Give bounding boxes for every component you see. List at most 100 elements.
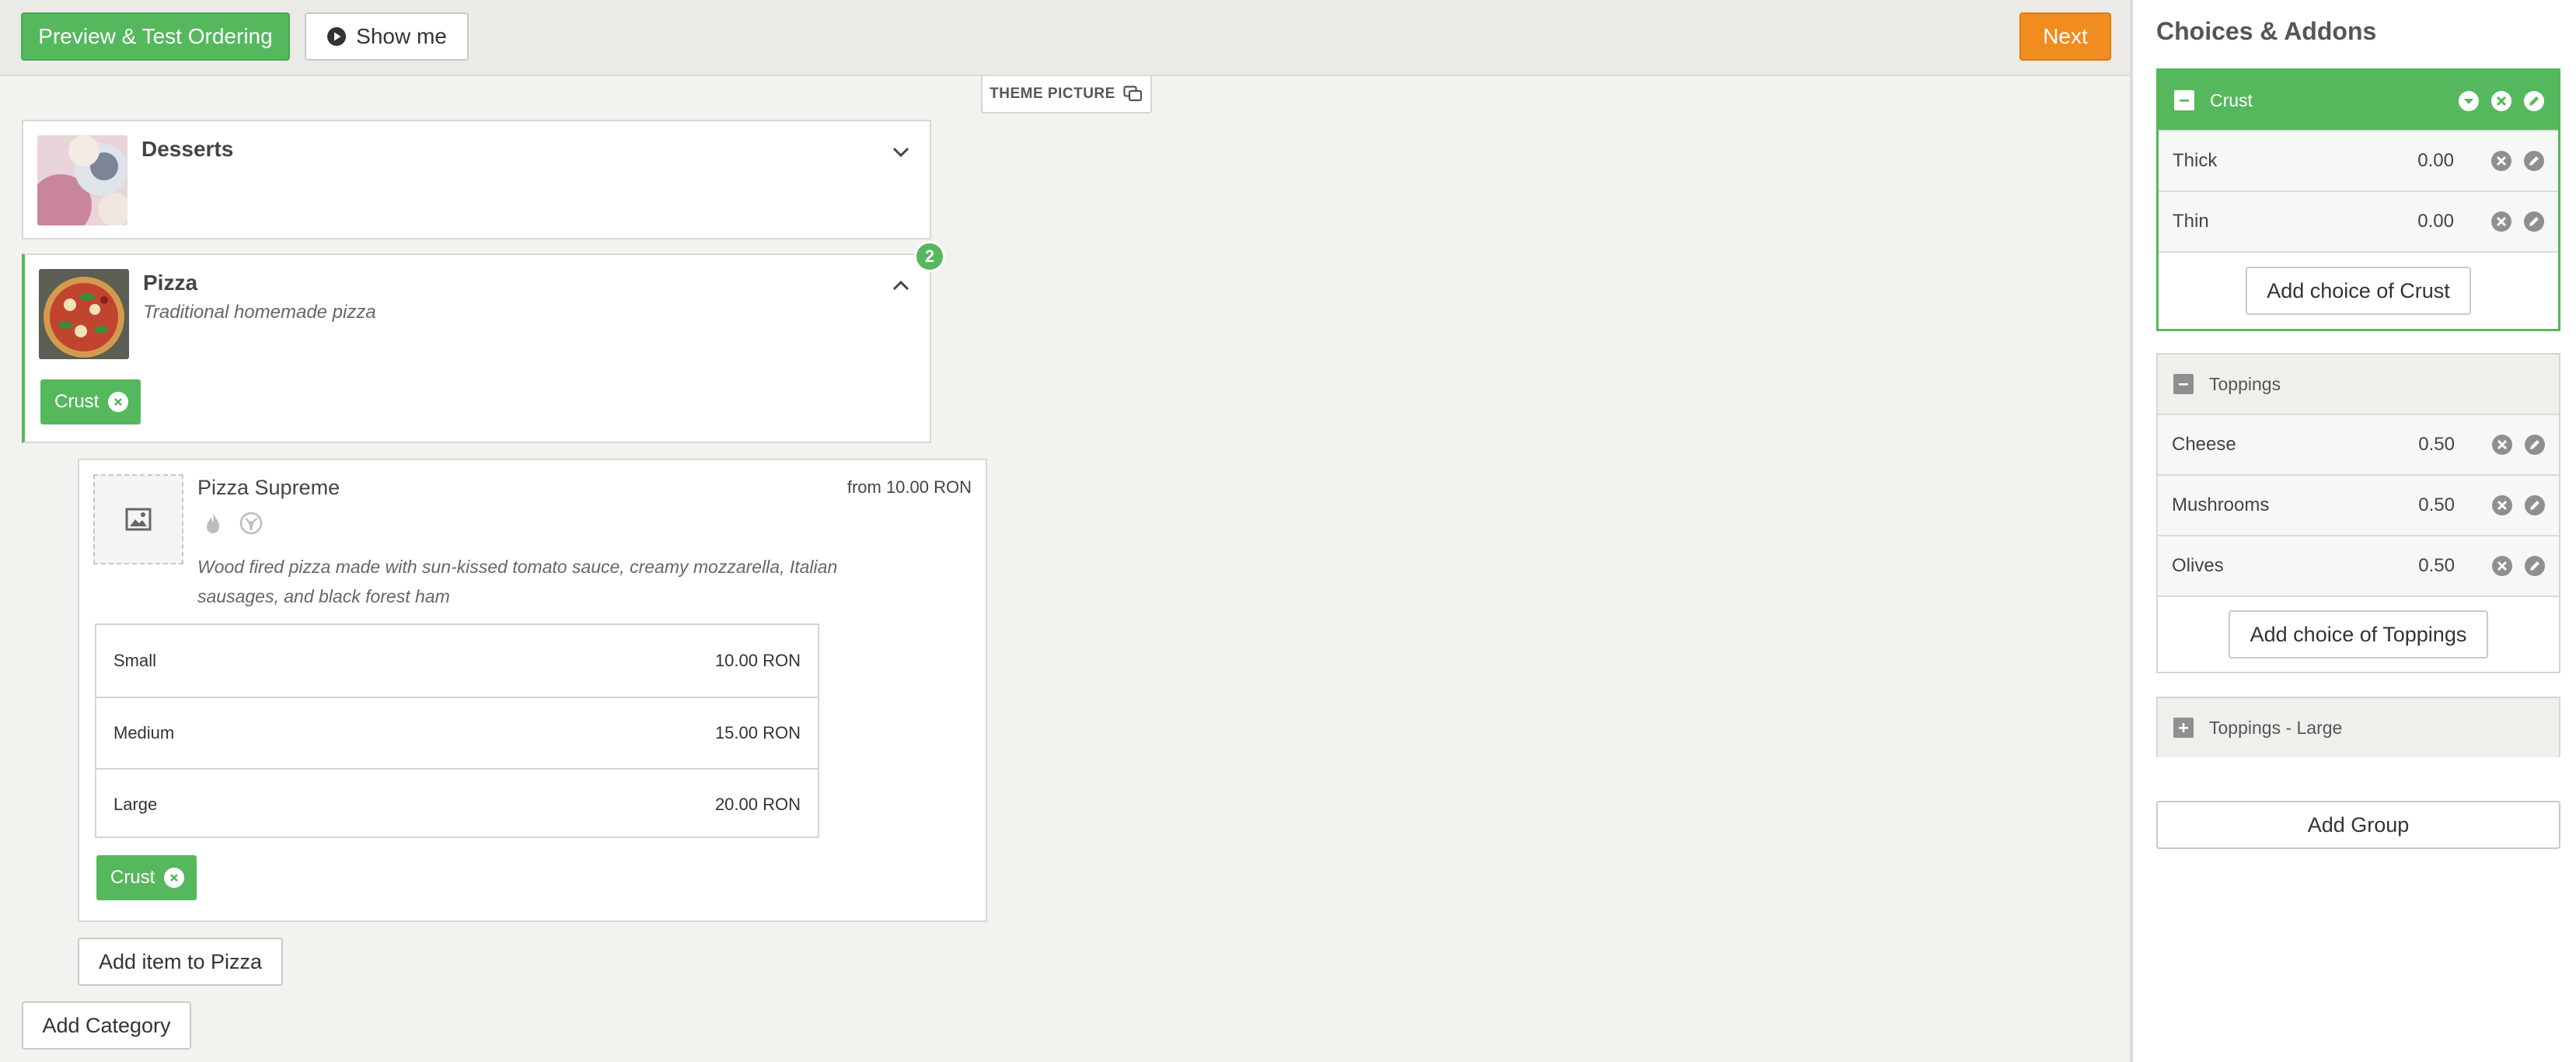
addon-group-toppings-large[interactable]: Toppings - Large <box>2156 697 2560 757</box>
add-group-label: Add Group <box>2307 812 2410 837</box>
menu-item-card[interactable]: Pizza Supreme from 10.00 RON Wood fired … <box>78 459 987 922</box>
group-header[interactable]: Toppings - Large <box>2158 698 2559 757</box>
group-name: Toppings - Large <box>2209 717 2343 738</box>
size-name: Medium <box>113 723 175 742</box>
size-name: Large <box>113 795 158 814</box>
chevron-up-icon[interactable] <box>888 272 914 299</box>
add-choice-label: Add choice of Crust <box>2267 278 2450 302</box>
choice-row[interactable]: Mushrooms 0.50 <box>2158 474 2559 535</box>
add-item-label: Add item to Pizza <box>98 949 263 973</box>
remove-tag-icon[interactable] <box>164 868 185 888</box>
next-button[interactable]: Next <box>2019 12 2111 61</box>
move-down-icon[interactable] <box>2457 89 2480 113</box>
category-tag-crust[interactable]: Crust <box>40 379 141 424</box>
add-choice-toppings-button[interactable]: Add choice of Toppings <box>2229 610 2488 659</box>
category-title: Desserts <box>141 137 234 161</box>
add-choice-crust-button[interactable]: Add choice of Crust <box>2246 267 2471 315</box>
edit-group-icon[interactable] <box>2522 89 2546 113</box>
group-header[interactable]: Toppings <box>2158 355 2559 414</box>
edit-choice-icon[interactable] <box>2522 149 2546 173</box>
pizza-thumbnail <box>39 269 129 359</box>
size-name: Small <box>113 651 157 670</box>
category-desserts[interactable]: Desserts <box>22 120 931 239</box>
chevron-down-icon[interactable] <box>888 138 914 165</box>
choices-addons-panel: Choices & Addons Crust Thick 0.00 Thin 0… <box>2130 0 2576 1062</box>
add-group-button[interactable]: Add Group <box>2156 801 2560 849</box>
theme-picture-button[interactable]: THEME PICTURE <box>981 76 1152 114</box>
edit-choice-icon[interactable] <box>2523 554 2546 578</box>
spicy-icon[interactable] <box>204 512 222 535</box>
size-row[interactable]: Large 20.00 RON <box>96 768 818 840</box>
choice-price: 0.50 <box>2418 555 2455 576</box>
group-name: Toppings <box>2209 373 2281 394</box>
edit-choice-icon[interactable] <box>2523 433 2546 456</box>
delete-choice-icon[interactable] <box>2490 494 2514 517</box>
preview-test-ordering-button[interactable]: Preview & Test Ordering <box>21 12 290 61</box>
size-price: 15.00 RON <box>714 723 801 742</box>
choice-row[interactable]: Cheese 0.50 <box>2158 414 2559 474</box>
add-category-button[interactable]: Add Category <box>22 1001 191 1050</box>
choice-row[interactable]: Thick 0.00 <box>2159 130 2558 190</box>
show-me-label: Show me <box>356 24 447 48</box>
addon-group-crust[interactable]: Crust Thick 0.00 Thin 0.00 Add choice of… <box>2156 68 2560 331</box>
item-price-from: from 10.00 RON <box>846 477 972 497</box>
choice-name: Cheese <box>2172 434 2236 455</box>
tag-label: Crust <box>110 867 155 888</box>
add-choice-area: Add choice of Toppings <box>2158 596 2559 672</box>
size-price: 10.00 RON <box>714 651 801 670</box>
vegetarian-icon[interactable] <box>239 512 263 535</box>
show-me-button[interactable]: Show me <box>305 12 469 61</box>
item-sizes-table: Small 10.00 RON Medium 15.00 RON Large 2… <box>95 624 819 838</box>
toolbar: Preview & Test Ordering Show me Next <box>0 0 2130 76</box>
choice-price: 0.50 <box>2418 434 2455 455</box>
group-header[interactable]: Crust <box>2159 71 2558 130</box>
choice-name: Thick <box>2173 150 2218 171</box>
choice-price: 0.00 <box>2417 211 2454 232</box>
remove-tag-icon[interactable] <box>108 392 129 412</box>
item-description: Wood fired pizza made with sun-kissed to… <box>197 557 838 606</box>
play-icon <box>326 26 347 47</box>
category-pizza[interactable]: Pizza Traditional homemade pizza 2 Crust <box>22 241 945 443</box>
choice-price: 0.50 <box>2418 494 2455 515</box>
choice-row[interactable]: Olives 0.50 <box>2158 535 2559 596</box>
next-label: Next <box>2043 24 2088 48</box>
delete-choice-icon[interactable] <box>2490 433 2514 456</box>
delete-group-icon[interactable] <box>2490 89 2513 113</box>
group-name: Crust <box>2210 89 2253 110</box>
desserts-thumbnail <box>37 135 127 225</box>
item-image-placeholder[interactable] <box>93 474 183 564</box>
add-choice-label: Add choice of Toppings <box>2250 622 2467 646</box>
theme-picture-label: THEME PICTURE <box>990 86 1115 102</box>
choice-row[interactable]: Thin 0.00 <box>2159 190 2558 251</box>
panel-title: Choices & Addons <box>2156 17 2377 45</box>
expand-icon[interactable] <box>2173 718 2194 738</box>
image-icon <box>125 508 152 531</box>
choice-name: Olives <box>2172 555 2224 576</box>
choice-name: Thin <box>2173 211 2209 232</box>
size-row[interactable]: Medium 15.00 RON <box>96 697 818 768</box>
size-price: 20.00 RON <box>714 795 801 814</box>
category-title: Pizza <box>143 271 198 295</box>
add-category-label: Add Category <box>42 1013 171 1037</box>
add-choice-area: Add choice of Crust <box>2159 251 2558 329</box>
choice-price: 0.00 <box>2417 150 2454 171</box>
preview-button-label: Preview & Test Ordering <box>38 24 273 48</box>
collapse-icon[interactable] <box>2174 90 2194 110</box>
delete-choice-icon[interactable] <box>2490 149 2513 173</box>
copy-icon <box>1123 86 1143 103</box>
collapse-icon[interactable] <box>2173 374 2194 394</box>
add-item-button[interactable]: Add item to Pizza <box>78 938 283 986</box>
edit-choice-icon[interactable] <box>2523 494 2546 517</box>
delete-choice-icon[interactable] <box>2490 554 2514 578</box>
menu-editor: Preview & Test Ordering Show me Next THE… <box>0 0 2130 1062</box>
item-name: Pizza Supreme <box>197 476 340 499</box>
size-row[interactable]: Small 10.00 RON <box>96 625 818 697</box>
addon-group-toppings[interactable]: Toppings Cheese 0.50 Mushrooms 0.50 Oliv… <box>2156 353 2560 673</box>
tag-label: Crust <box>54 391 99 412</box>
item-attribute-icons <box>204 512 263 535</box>
item-tag-crust[interactable]: Crust <box>96 855 197 900</box>
choice-name: Mushrooms <box>2172 494 2270 515</box>
delete-choice-icon[interactable] <box>2490 210 2513 233</box>
item-count-badge: 2 <box>914 241 945 272</box>
edit-choice-icon[interactable] <box>2522 210 2546 233</box>
